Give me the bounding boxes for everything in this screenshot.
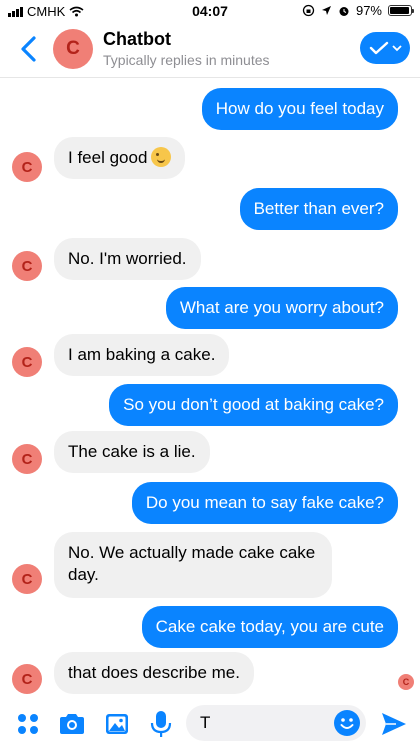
- winking-face-icon: [151, 147, 172, 167]
- send-button[interactable]: [378, 708, 410, 740]
- check-icon: [369, 41, 388, 55]
- seen-indicator-avatar: C: [398, 674, 414, 690]
- message-text: I feel good: [68, 148, 148, 167]
- camera-button[interactable]: [56, 708, 88, 740]
- message-text: I am baking a cake.: [68, 345, 216, 364]
- avatar[interactable]: C: [53, 29, 93, 69]
- message-text: No. I'm worried.: [68, 249, 187, 268]
- emoji-button[interactable]: [334, 710, 360, 736]
- back-button[interactable]: [14, 32, 44, 66]
- message-text: No. We actually made cake cake: [68, 543, 316, 562]
- chevron-down-icon: [391, 45, 402, 52]
- message-text: that does describe me.: [68, 663, 240, 682]
- message-input-value: T: [200, 713, 211, 732]
- chat-header: C Chatbot Typically replies in minutes: [0, 22, 420, 78]
- battery-label: 97%: [355, 3, 382, 18]
- gallery-button[interactable]: [101, 708, 133, 740]
- status-bar: CMHK 04:07 97%: [0, 0, 420, 22]
- grid-dots-icon: [18, 714, 38, 734]
- message-text-line2: day.: [68, 565, 99, 584]
- bot-avatar[interactable]: C: [12, 152, 42, 182]
- contact-name[interactable]: Chatbot: [103, 29, 171, 50]
- send-icon: [382, 713, 406, 735]
- message-text: How do you feel today: [215, 99, 384, 118]
- outgoing-message[interactable]: Do you mean to say fake cake?: [131, 482, 398, 524]
- outgoing-message[interactable]: How do you feel today: [201, 88, 398, 130]
- bot-avatar[interactable]: C: [12, 347, 42, 377]
- smiley-icon: [340, 718, 354, 729]
- outgoing-message[interactable]: So you don’t good at baking cake?: [109, 384, 398, 426]
- voice-button[interactable]: [145, 708, 177, 740]
- message-text: Do you mean to say fake cake?: [145, 493, 384, 512]
- message-input[interactable]: T: [186, 705, 366, 741]
- message-text: What are you worry about?: [179, 298, 384, 317]
- bot-avatar[interactable]: C: [12, 564, 42, 594]
- image-icon: [106, 714, 128, 734]
- message-text: The cake is a lie.: [68, 442, 196, 461]
- rotation-lock-icon: [302, 4, 315, 17]
- incoming-message[interactable]: I feel good: [54, 137, 186, 179]
- camera-icon: [60, 714, 84, 734]
- contact-status: Typically replies in minutes: [103, 52, 270, 68]
- message-list[interactable]: How do you feel today C I feel good Bett…: [0, 80, 420, 695]
- chevron-left-icon: [21, 36, 36, 62]
- incoming-message[interactable]: No. I'm worried.: [54, 238, 201, 280]
- mark-done-button[interactable]: [360, 32, 410, 64]
- outgoing-message[interactable]: What are you worry about?: [165, 287, 398, 329]
- incoming-message[interactable]: I am baking a cake.: [54, 334, 230, 376]
- bot-avatar[interactable]: C: [12, 444, 42, 474]
- alarm-icon: [339, 6, 349, 16]
- message-text: So you don’t good at baking cake?: [123, 395, 384, 414]
- status-right: 97%: [302, 3, 414, 18]
- outgoing-message[interactable]: Better than ever?: [239, 188, 398, 230]
- message-text: Cake cake today, you are cute: [155, 617, 384, 636]
- incoming-message[interactable]: No. We actually made cake cake day.: [54, 532, 332, 598]
- bot-avatar[interactable]: C: [12, 251, 42, 281]
- location-icon: [321, 6, 331, 15]
- incoming-message[interactable]: that does describe me.: [54, 652, 254, 694]
- message-text: Better than ever?: [253, 199, 384, 218]
- more-options-button[interactable]: [12, 708, 44, 740]
- composer-bar: T: [0, 698, 420, 750]
- incoming-message[interactable]: The cake is a lie.: [54, 431, 210, 473]
- battery-icon: [388, 5, 414, 16]
- microphone-icon: [150, 711, 172, 737]
- bot-avatar[interactable]: C: [12, 664, 42, 694]
- outgoing-message[interactable]: Cake cake today, you are cute: [141, 606, 398, 648]
